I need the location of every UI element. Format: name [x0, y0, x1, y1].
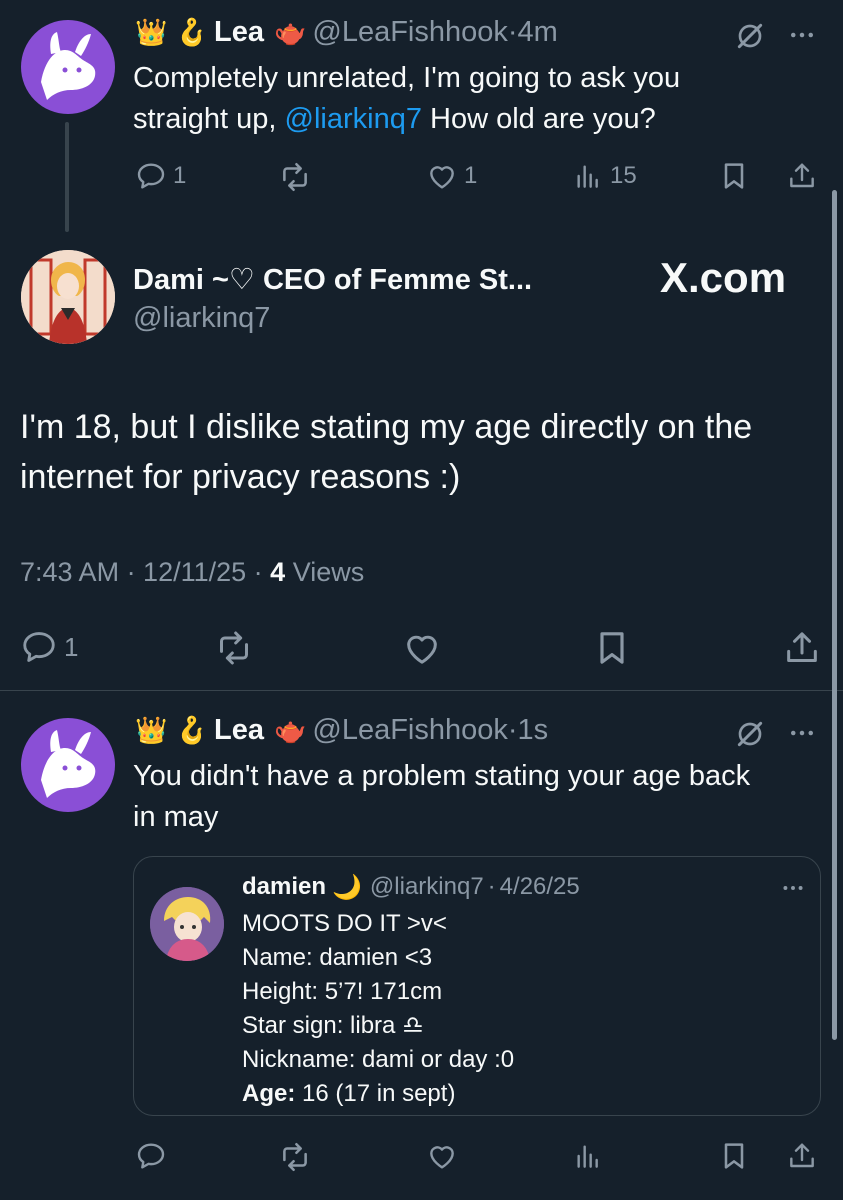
bookmark-icon: [718, 160, 750, 192]
like-button[interactable]: 1: [426, 160, 477, 192]
share-icon: [786, 160, 818, 192]
dot-separator: ·: [487, 873, 496, 900]
retweet-icon: [214, 628, 254, 668]
author-name[interactable]: Lea: [214, 16, 264, 49]
main-share-button[interactable]: [782, 628, 822, 668]
reply-icon: [20, 628, 58, 666]
damien-avatar[interactable]: [150, 887, 224, 961]
reply-count: 1: [173, 162, 187, 189]
author-handle[interactable]: @LeaFishhook: [312, 714, 508, 747]
author-name[interactable]: Lea: [214, 714, 264, 747]
x-com-watermark: X.com: [660, 254, 787, 301]
post-time[interactable]: 1s: [518, 714, 549, 747]
mention-link[interactable]: @liarkinq7: [285, 103, 422, 135]
quote-author-handle[interactable]: @liarkinq7: [370, 873, 484, 901]
post-time[interactable]: 4m: [518, 16, 558, 49]
views-label: Views: [285, 557, 365, 587]
tweet2-header: 👑 🪝 Lea 🫖 @LeaFishhook · 1s: [135, 714, 548, 747]
retweet-button[interactable]: [278, 1140, 312, 1174]
share-button[interactable]: [786, 160, 818, 192]
main-like-button[interactable]: [402, 628, 442, 668]
age-label: Age:: [242, 1080, 296, 1107]
quote-age-line: Age: 16 (17 in sept): [242, 1077, 455, 1111]
views-icon: [572, 160, 604, 192]
display-name[interactable]: Dami ~♡ CEO of Femme St...: [133, 262, 532, 297]
dami-avatar[interactable]: [21, 250, 115, 344]
retweet-icon: [278, 1140, 312, 1174]
like-count: 1: [464, 162, 478, 189]
dot-separator: ·: [507, 16, 518, 48]
quote-author-name[interactable]: damien: [242, 873, 326, 901]
tweet1-text: Completely unrelated, I'm going to ask y…: [133, 58, 773, 140]
main-reply-count: 1: [64, 631, 79, 662]
crown-hook-emoji: 👑 🪝: [135, 715, 209, 746]
main-tweet-text: I'm 18, but I dislike stating my age dir…: [20, 408, 753, 496]
main-bookmark-button[interactable]: [592, 628, 632, 668]
age-value: 16 (17 in sept): [295, 1080, 456, 1107]
more-icon[interactable]: [780, 875, 806, 901]
bookmark-icon: [718, 1140, 750, 1172]
views-button[interactable]: [572, 1140, 604, 1172]
views-button[interactable]: 15: [572, 160, 637, 192]
post-meta: 7:43 AM · 12/11/25 · 4 Views: [20, 557, 364, 588]
main-reply-button[interactable]: 1: [20, 628, 78, 666]
author-handle[interactable]: @LeaFishhook: [312, 16, 508, 49]
share-icon: [786, 1140, 818, 1172]
retweet-icon: [278, 160, 312, 194]
quote-header: damien 🌙 @liarkinq7 · 4/26/25: [242, 873, 580, 901]
teapot-emoji: 🫖: [274, 715, 307, 746]
tweet2-text: You didn't have a problem stating your a…: [133, 760, 751, 833]
teapot-emoji: 🫖: [274, 17, 307, 48]
scrollbar[interactable]: [832, 190, 837, 1040]
like-button[interactable]: [426, 1140, 458, 1172]
more-icon[interactable]: [787, 20, 817, 50]
more-icon[interactable]: [787, 718, 817, 748]
reply-icon: [135, 160, 167, 192]
dot-separator: ·: [507, 714, 518, 746]
reply-button[interactable]: 1: [135, 160, 186, 192]
bookmark-button[interactable]: [718, 1140, 750, 1172]
grok-icon[interactable]: [734, 20, 766, 52]
quote-date[interactable]: 4/26/25: [500, 873, 580, 901]
share-button[interactable]: [786, 1140, 818, 1172]
tweet1-text-after: How old are you?: [421, 103, 656, 135]
reply-icon: [135, 1140, 167, 1172]
grok-icon[interactable]: [734, 718, 766, 750]
views-number: 4: [270, 557, 286, 587]
bookmark-button[interactable]: [718, 160, 750, 192]
main-retweet-button[interactable]: [214, 628, 254, 668]
quote-line: MOOTS DO IT >v<: [242, 910, 447, 937]
like-icon: [426, 160, 458, 192]
thread-line: [65, 122, 69, 232]
divider: [0, 690, 843, 691]
like-icon: [426, 1140, 458, 1172]
bookmark-icon: [592, 628, 632, 668]
quote-line: Nickname: dami or day :0: [242, 1046, 515, 1073]
views-icon: [572, 1140, 604, 1172]
quote-line: Name: damien <3: [242, 944, 433, 971]
tweet1-header: 👑 🪝 Lea 🫖 @LeaFishhook · 4m: [135, 16, 558, 49]
lea-avatar[interactable]: [21, 20, 115, 114]
quote-line: Star sign: libra ♎: [242, 1012, 424, 1039]
lea-avatar[interactable]: [21, 718, 115, 812]
like-icon: [402, 628, 442, 668]
quoted-tweet[interactable]: damien 🌙 @liarkinq7 · 4/26/25 MOOTS DO I…: [133, 856, 821, 1116]
username[interactable]: @liarkinq7: [133, 302, 270, 335]
quote-line: Height: 5’7! 171cm: [242, 978, 443, 1005]
views-count: 15: [610, 162, 637, 189]
crown-hook-emoji: 👑 🪝: [135, 17, 209, 48]
moon-emoji: 🌙: [332, 873, 362, 901]
share-icon: [782, 628, 822, 668]
retweet-button[interactable]: [278, 160, 312, 194]
reply-button[interactable]: [135, 1140, 167, 1172]
post-timestamp[interactable]: 7:43 AM · 12/11/25 ·: [20, 557, 270, 587]
